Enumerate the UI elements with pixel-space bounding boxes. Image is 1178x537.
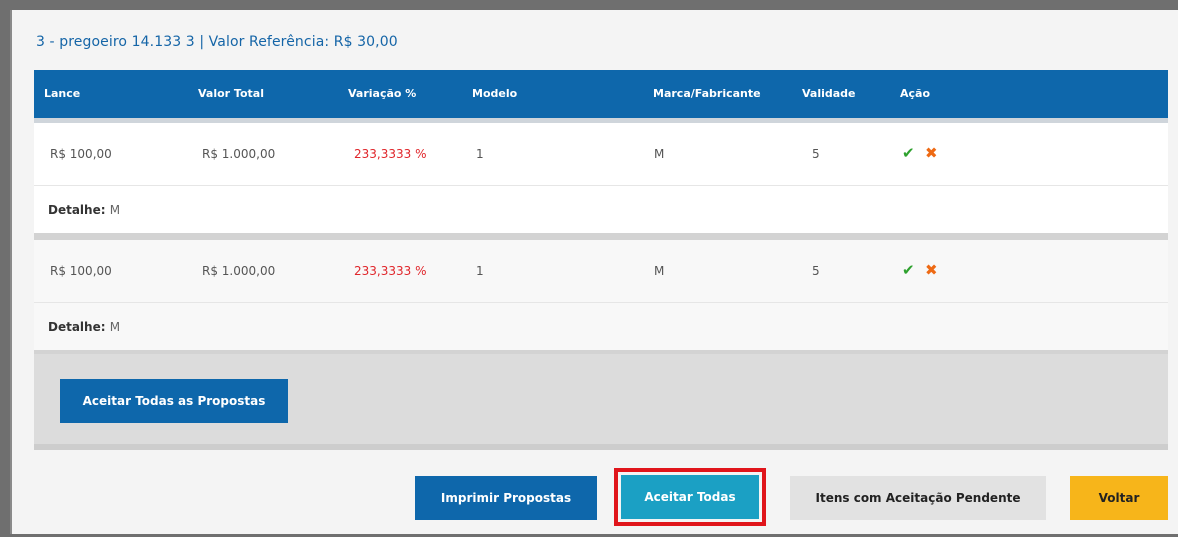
close-icon[interactable]: ✖ [925,261,938,279]
detail-label-text: Detalhe: [48,320,106,334]
detail-label: Detalhe: M [48,203,120,217]
detail-label-text: Detalhe: [48,203,106,217]
col-header-valor-total: Valor Total [198,87,264,100]
col-header-validade: Validade [802,87,856,100]
cell-lance: R$ 100,00 [50,264,112,278]
cell-valor-total: R$ 1.000,00 [202,147,276,161]
accept-all-proposals-button[interactable]: Aceitar Todas as Propostas [60,379,288,423]
pending-items-button[interactable]: Itens com Aceitação Pendente [790,476,1046,520]
proposals-table: Lance Valor Total Variação % Modelo Marc… [34,70,1168,450]
detail-label: Detalhe: M [48,320,120,334]
cell-validade: 5 [812,264,820,278]
table-footer: Aceitar Todas as Propostas [34,354,1168,450]
row-detail: Detalhe: M [34,185,1168,233]
page-title: 3 - pregoeiro 14.133 3 | Valor Referênci… [36,34,398,50]
col-header-acao: Ação [900,87,931,100]
cell-marca: M [654,264,665,278]
close-icon[interactable]: ✖ [925,144,938,162]
col-header-lance: Lance [44,87,81,100]
row-detail: Detalhe: M [34,302,1168,350]
table-header: Lance Valor Total Variação % Modelo Marc… [34,70,1168,123]
table-row: R$ 100,00 R$ 1.000,00 233,3333 % 1 M 5 ✔… [34,123,1168,185]
cell-variacao: 233,3333 % [354,147,427,161]
detail-value: M [109,203,121,217]
print-proposals-button[interactable]: Imprimir Propostas [415,476,597,520]
detail-value: M [109,320,121,334]
cell-lance: R$ 100,00 [50,147,112,161]
col-header-variacao: Variação % [348,87,417,100]
table-row: R$ 100,00 R$ 1.000,00 233,3333 % 1 M 5 ✔… [34,240,1168,302]
proposal-group: R$ 100,00 R$ 1.000,00 233,3333 % 1 M 5 ✔… [34,123,1168,233]
check-icon[interactable]: ✔ [902,261,915,279]
check-icon[interactable]: ✔ [902,144,915,162]
cell-modelo: 1 [476,264,484,278]
col-header-modelo: Modelo [472,87,518,100]
cell-modelo: 1 [476,147,484,161]
proposal-group: R$ 100,00 R$ 1.000,00 233,3333 % 1 M 5 ✔… [34,240,1168,350]
cell-valor-total: R$ 1.000,00 [202,264,276,278]
highlight-box [614,468,766,526]
row-separator [34,233,1168,240]
col-header-marca: Marca/Fabricante [653,87,761,100]
cell-marca: M [654,147,665,161]
cell-variacao: 233,3333 % [354,264,427,278]
cell-validade: 5 [812,147,820,161]
back-button[interactable]: Voltar [1070,476,1168,520]
